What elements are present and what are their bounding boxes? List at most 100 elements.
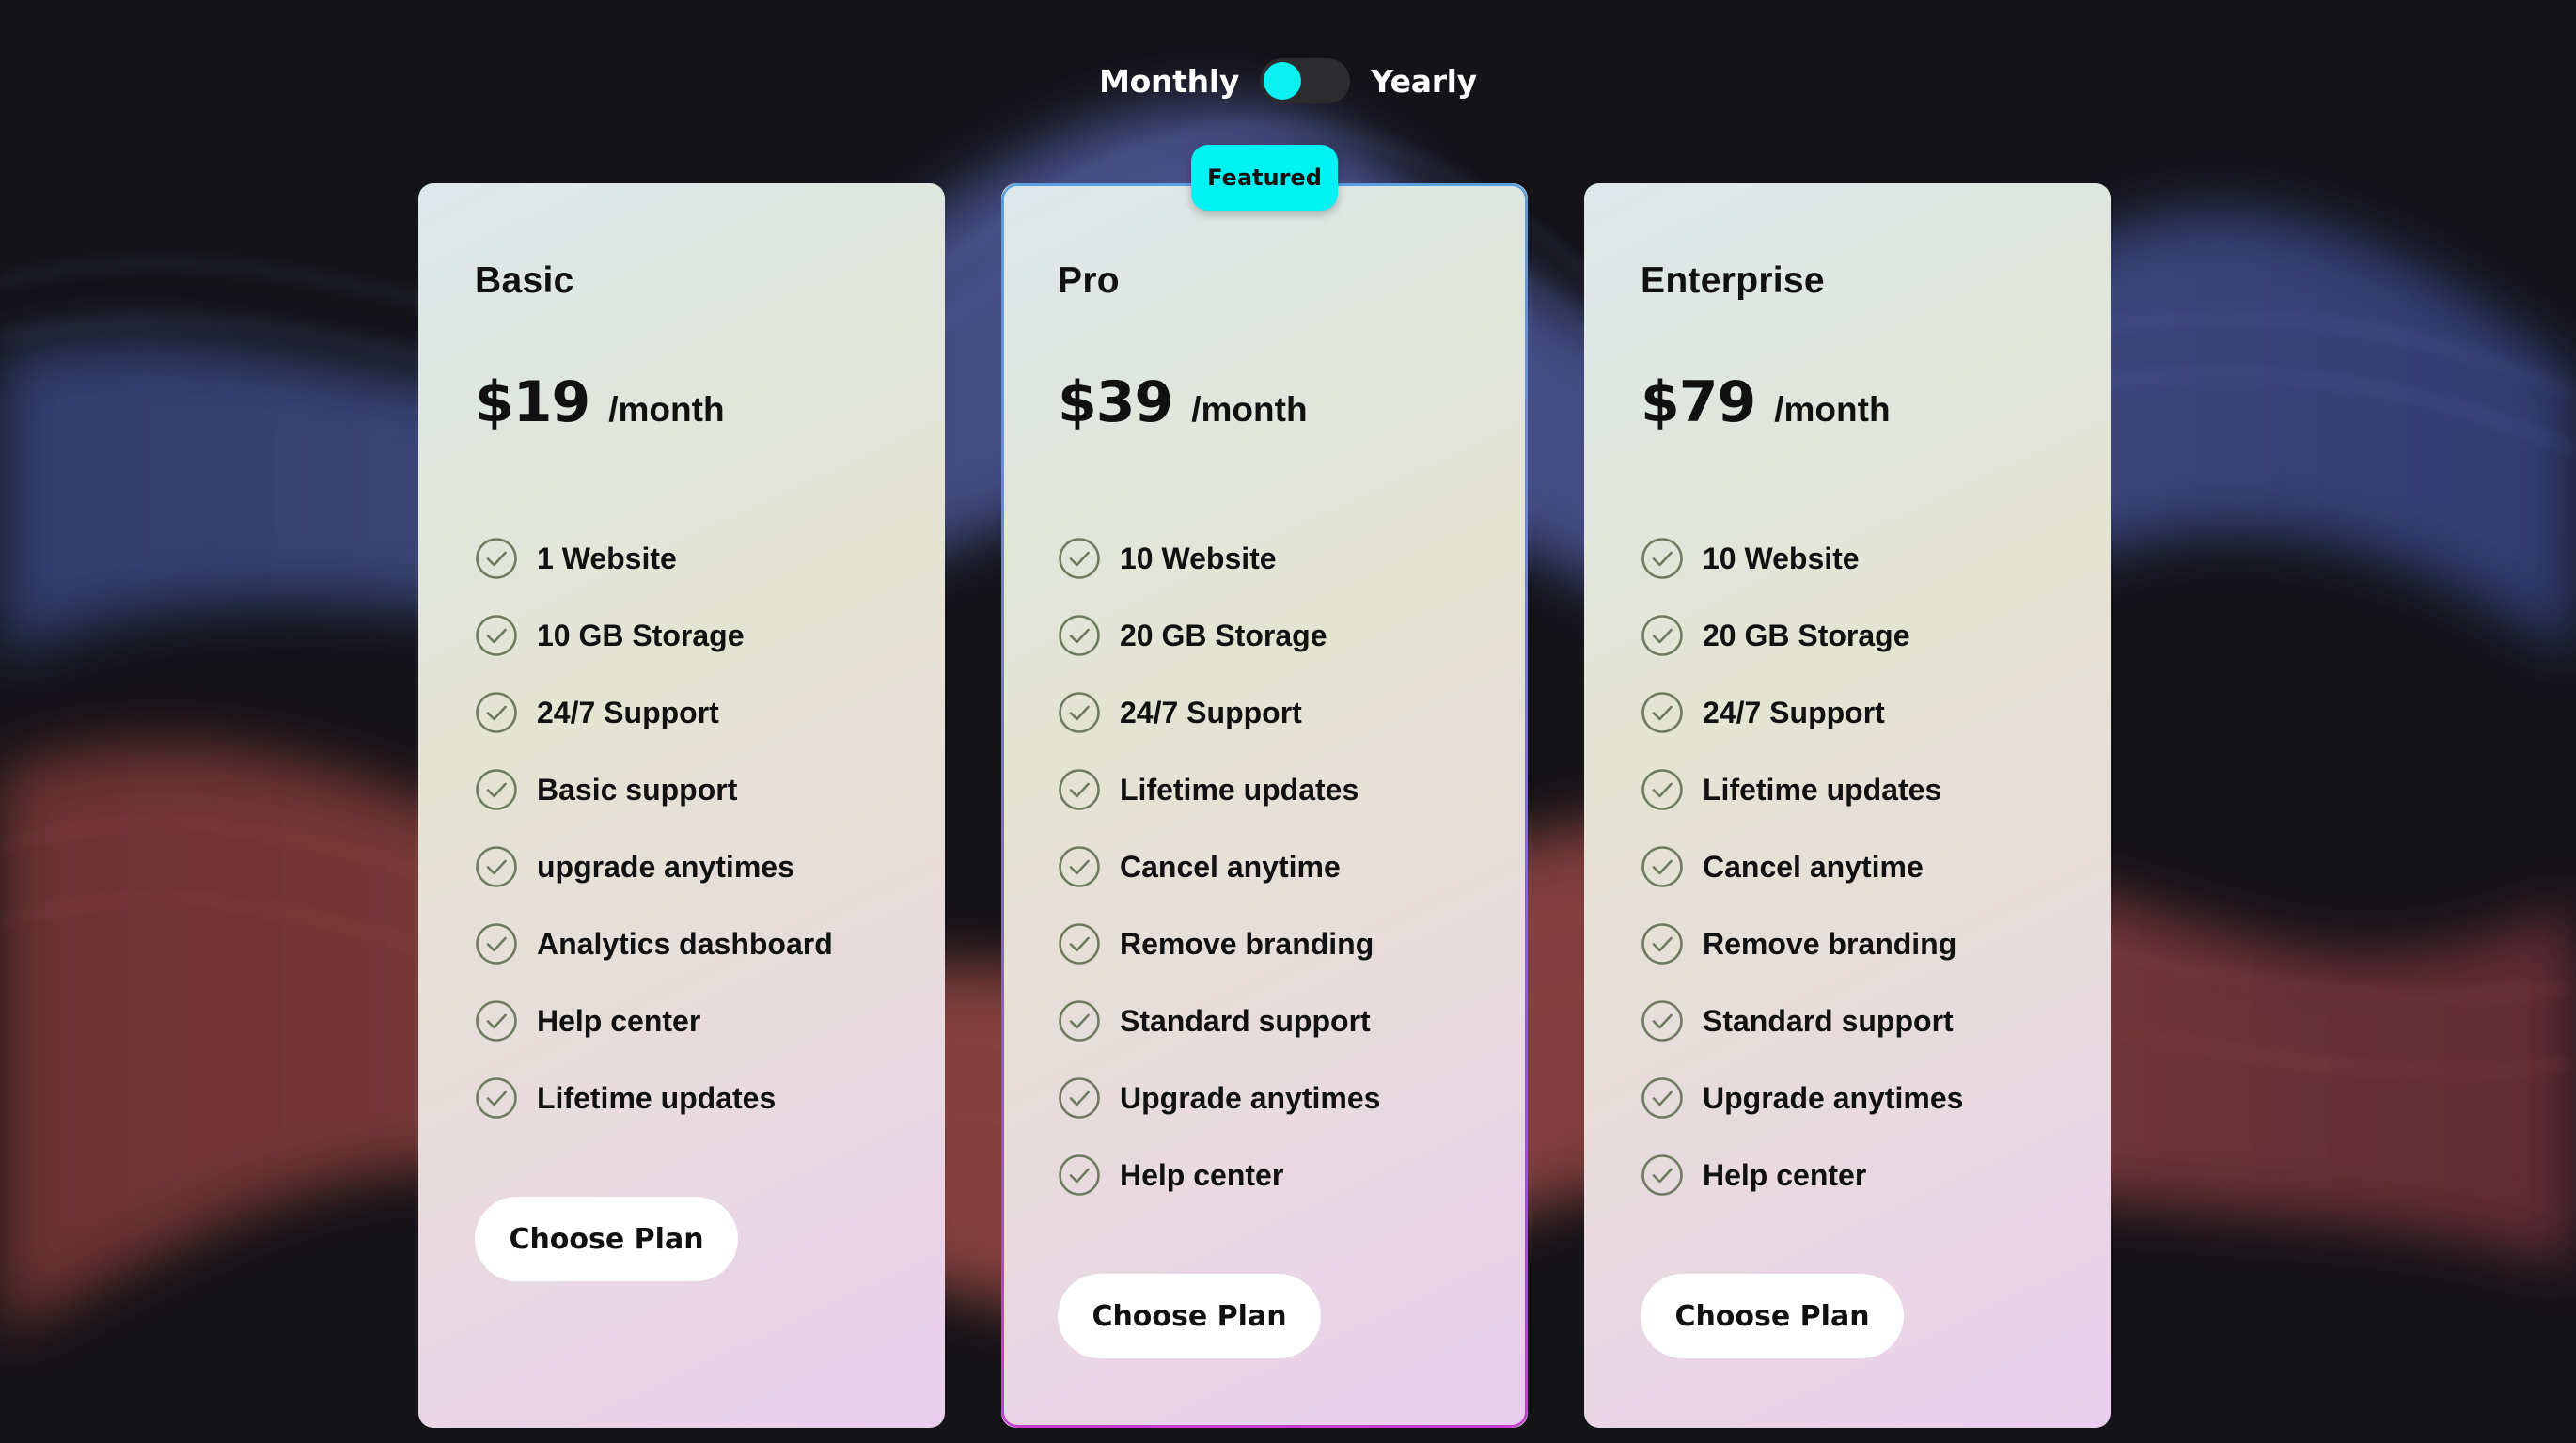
check-circle-icon [1058,691,1101,734]
monthly-label[interactable]: Monthly [1099,63,1239,100]
billing-period-toggle[interactable] [1260,58,1351,103]
feature-text: 10 Website [1703,541,1860,575]
choose-plan-button-pro[interactable]: Choose Plan [1058,1274,1321,1358]
feature-item: Help center [1641,1137,1963,1214]
check-circle-icon [1058,845,1101,888]
feature-text: Upgrade anytimes [1120,1080,1381,1115]
plan-price: $79 [1641,369,1756,435]
check-circle-icon [475,614,518,657]
feature-text: Lifetime updates [1703,772,1942,807]
feature-item: Cancel anytime [1058,828,1380,905]
check-circle-icon [475,768,518,811]
check-circle-icon [1641,537,1684,580]
feature-list: 10 Website 20 GB Storage 24/7 Support Lifet… [1641,520,1963,1214]
feature-text: upgrade anytimes [537,849,794,884]
feature-item: Upgrade anytimes [1641,1059,1963,1137]
plan-price: $19 [475,369,590,435]
choose-plan-button-basic[interactable]: Choose Plan [475,1197,738,1281]
feature-list: 1 Website 10 GB Storage 24/7 Support Basic … [475,520,833,1137]
plan-price: $39 [1058,369,1173,435]
check-circle-icon [475,537,518,580]
plan-name: Enterprise [1641,260,1825,301]
plan-name: Pro [1058,260,1120,301]
billing-toggle-group: Monthly Yearly [0,58,2576,103]
feature-text: Help center [1120,1157,1284,1192]
check-circle-icon [475,691,518,734]
check-circle-icon [475,1076,518,1120]
feature-item: 1 Website [475,520,833,597]
feature-item: Upgrade anytimes [1058,1059,1380,1137]
feature-text: Cancel anytime [1703,849,1924,884]
feature-item: Basic support [475,751,833,828]
feature-item: Standard support [1641,982,1963,1059]
plan-name: Basic [475,260,574,301]
check-circle-icon [1058,1153,1101,1197]
feature-item: Help center [475,982,833,1059]
check-circle-icon [1641,922,1684,965]
feature-item: 20 GB Storage [1058,597,1380,674]
check-circle-icon [1641,614,1684,657]
feature-item: 20 GB Storage [1641,597,1963,674]
feature-item: Lifetime updates [1058,751,1380,828]
feature-text: 24/7 Support [1120,695,1302,729]
feature-item: Lifetime updates [1641,751,1963,828]
feature-text: Lifetime updates [537,1080,777,1115]
feature-item: Help center [1058,1137,1380,1214]
feature-text: Help center [1703,1157,1867,1192]
price-row: $39 /month [1058,369,1308,435]
feature-item: Remove branding [1058,905,1380,982]
feature-text: 1 Website [537,541,677,575]
feature-text: Help center [537,1003,701,1038]
check-circle-icon [1058,768,1101,811]
check-circle-icon [1641,768,1684,811]
check-circle-icon [475,845,518,888]
feature-text: Basic support [537,772,738,807]
check-circle-icon [1058,614,1101,657]
check-circle-icon [1058,537,1101,580]
check-circle-icon [475,922,518,965]
feature-text: 24/7 Support [1703,695,1885,729]
feature-item: 24/7 Support [1058,674,1380,751]
feature-text: Remove branding [1120,926,1374,961]
check-circle-icon [1641,845,1684,888]
plan-card-enterprise: Enterprise $79 /month 10 Website 20 GB St… [1584,183,2111,1428]
feature-item: 24/7 Support [475,674,833,751]
check-circle-icon [1641,1076,1684,1120]
feature-item: 10 Website [1641,520,1963,597]
feature-item: upgrade anytimes [475,828,833,905]
check-circle-icon [1641,999,1684,1043]
plan-period: /month [608,390,725,429]
check-circle-icon [1641,691,1684,734]
feature-text: Standard support [1120,1003,1371,1038]
feature-text: Analytics dashboard [537,926,833,961]
plan-card-basic: Basic $19 /month 1 Website 10 GB Storage 2… [418,183,945,1428]
feature-item: Cancel anytime [1641,828,1963,905]
check-circle-icon [1058,922,1101,965]
feature-text: 20 GB Storage [1703,618,1910,652]
plan-period: /month [1774,390,1891,429]
feature-text: 24/7 Support [537,695,719,729]
check-circle-icon [1058,1076,1101,1120]
feature-item: Remove branding [1641,905,1963,982]
yearly-label[interactable]: Yearly [1371,63,1477,100]
feature-text: 10 Website [1120,541,1277,575]
check-circle-icon [1641,1153,1684,1197]
price-row: $19 /month [475,369,725,435]
feature-list: 10 Website 20 GB Storage 24/7 Support Lifet… [1058,520,1380,1214]
feature-text: Cancel anytime [1120,849,1341,884]
feature-item: 10 GB Storage [475,597,833,674]
plan-card-pro: Featured Pro $39 /month 10 Website 20 GB … [1001,145,1528,1428]
feature-item: Standard support [1058,982,1380,1059]
check-circle-icon [475,999,518,1043]
feature-item: 10 Website [1058,520,1380,597]
check-circle-icon [1058,999,1101,1043]
featured-badge: Featured [1191,145,1338,211]
feature-text: Standard support [1703,1003,1954,1038]
feature-item: 24/7 Support [1641,674,1963,751]
feature-text: 20 GB Storage [1120,618,1327,652]
feature-item: Lifetime updates [475,1059,833,1137]
plan-period: /month [1191,390,1308,429]
feature-text: 10 GB Storage [537,618,745,652]
choose-plan-button-enterprise[interactable]: Choose Plan [1641,1274,1904,1358]
feature-item: Analytics dashboard [475,905,833,982]
